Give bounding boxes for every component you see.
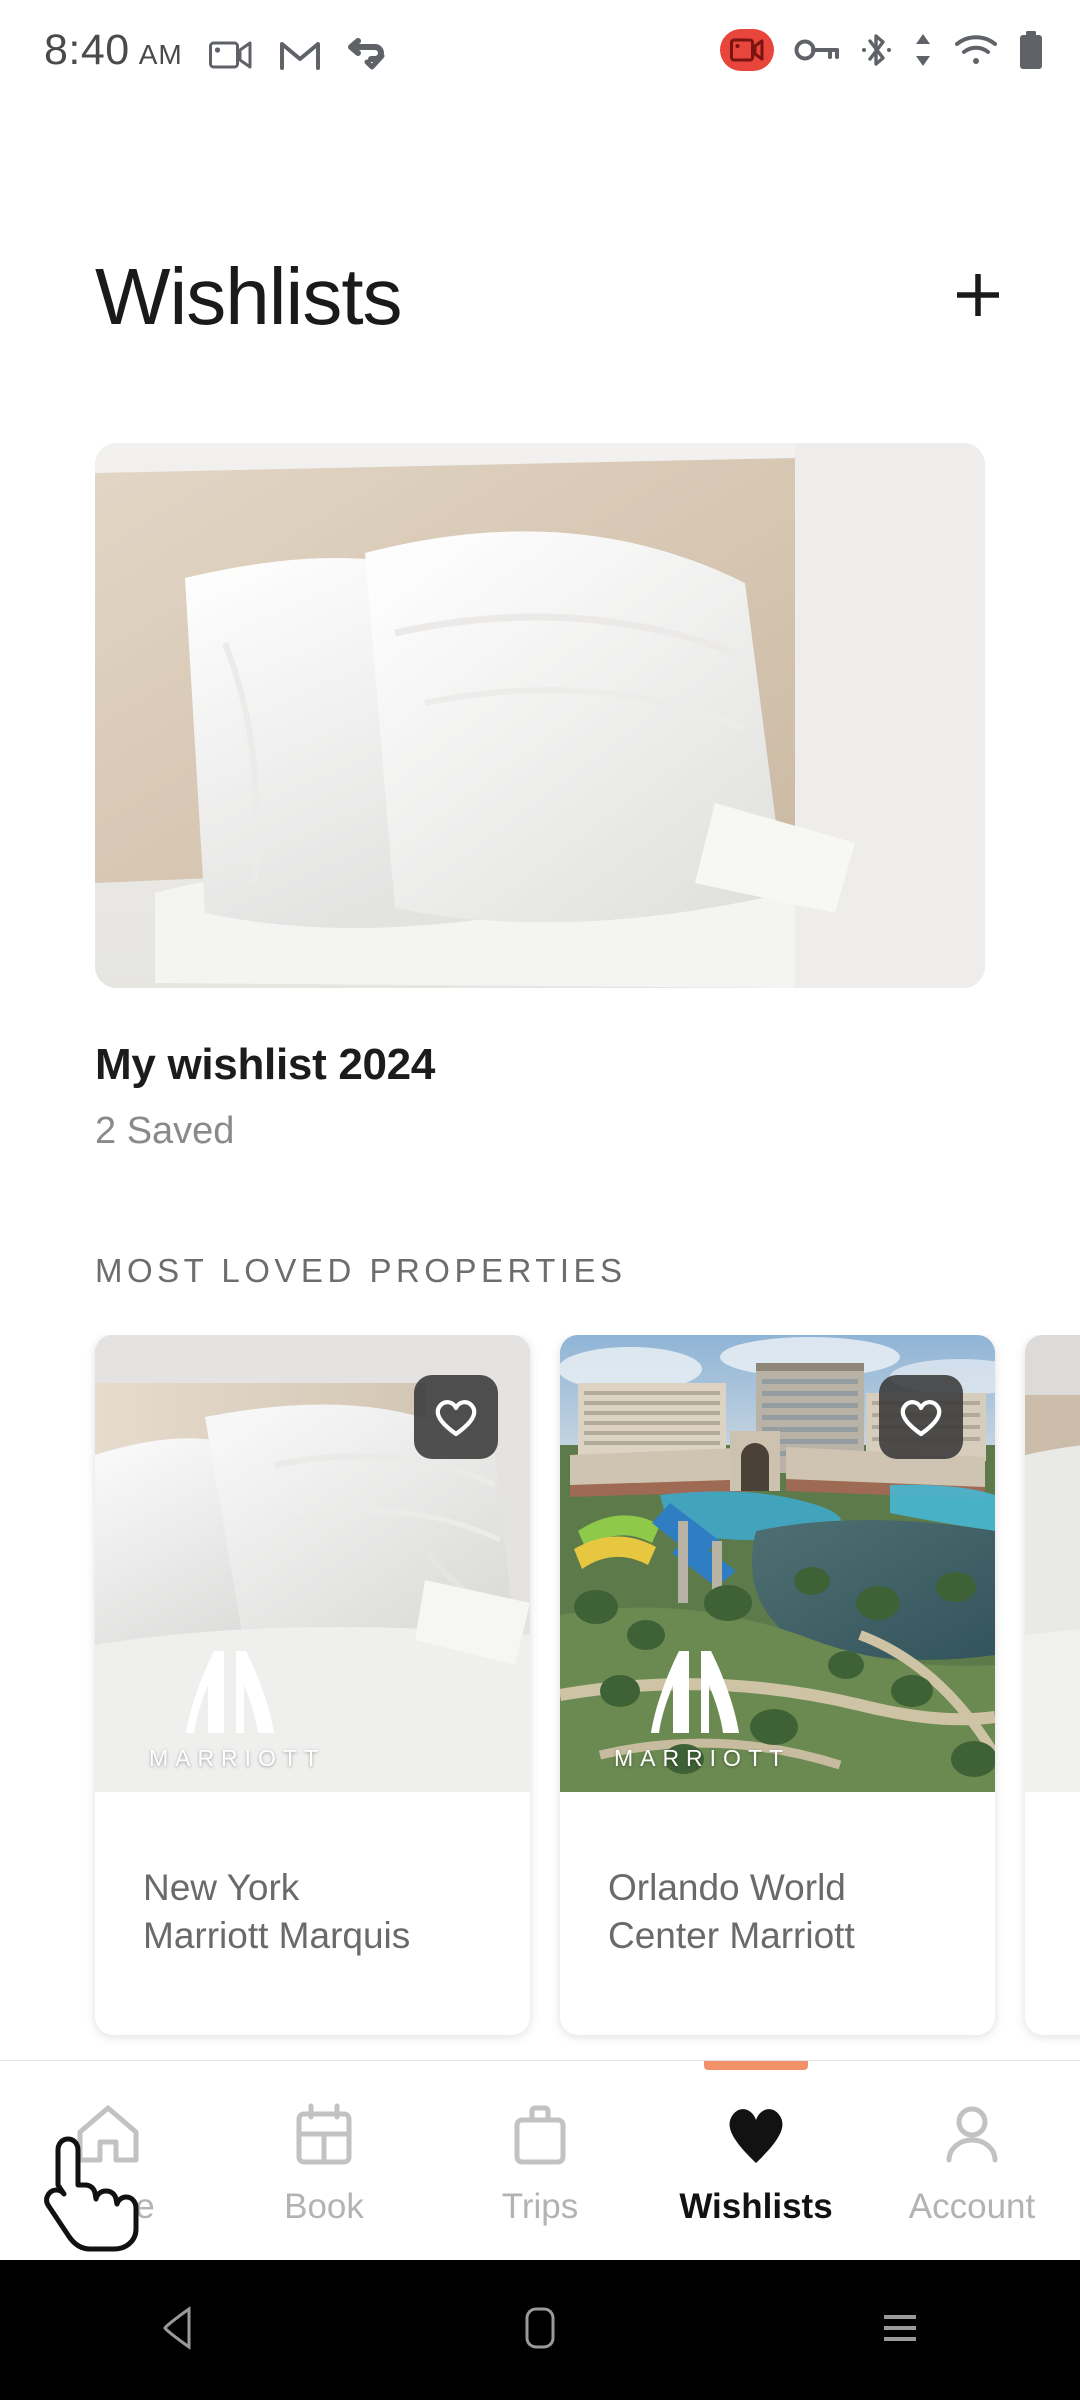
vpn-key-icon — [794, 36, 840, 64]
briefcase-icon — [508, 2095, 572, 2173]
data-transfer-icon — [912, 31, 934, 69]
property-name-line1: New York — [143, 1867, 300, 1908]
wifi-icon — [954, 33, 998, 67]
property-card[interactable]: MARRIOTT Orlando World Center Marriott — [560, 1335, 995, 2035]
property-image[interactable]: MARRIOTT — [95, 1335, 530, 1792]
add-wishlist-button[interactable] — [936, 255, 1020, 339]
marriott-m-icon — [643, 1645, 761, 1737]
heart-filled-icon — [721, 2095, 791, 2173]
nav-label-book: Book — [284, 2187, 364, 2226]
page-header: Wishlists — [0, 255, 1080, 339]
marriott-logo: MARRIOTT — [612, 1645, 792, 1772]
wishlist-hero-image[interactable] — [95, 443, 985, 988]
bluetooth-icon — [860, 31, 892, 69]
wishlist-name: My wishlist 2024 — [95, 1040, 436, 1089]
property-name — [1025, 1792, 1080, 1864]
property-name-line1: Orlando World — [608, 1867, 846, 1908]
plus-icon — [949, 266, 1007, 329]
marriott-m-icon — [178, 1645, 296, 1737]
sync-check-icon — [347, 36, 389, 72]
property-name-line2: Marriott Marquis — [143, 1915, 411, 1957]
nav-item-trips[interactable]: Trips — [432, 2061, 648, 2261]
system-recents-button[interactable] — [820, 2260, 980, 2400]
wishlist-card[interactable]: My wishlist 2024 2 Saved — [95, 443, 985, 1153]
calendar-icon — [291, 2095, 357, 2173]
favorite-button[interactable] — [879, 1375, 963, 1459]
marriott-wordmark: MARRIOTT — [148, 1745, 326, 1771]
screen-record-icon — [208, 38, 253, 72]
app-screen: 8:40 AM Wishlists My wishlist 2024 2 Sav… — [0, 0, 1080, 2400]
home-pill-icon — [523, 2305, 557, 2356]
status-bar-left: 8:40 AM — [44, 25, 389, 74]
property-card[interactable]: MARRIOTT New York Marriott Marquis — [95, 1335, 530, 2035]
clock-meridiem: AM — [138, 38, 183, 70]
android-system-nav — [0, 2260, 1080, 2400]
clock-time: 8:40 — [44, 25, 130, 74]
recording-badge-icon — [720, 29, 774, 71]
favorite-button[interactable] — [414, 1375, 498, 1459]
property-name-line2: Center Marriott — [608, 1915, 855, 1957]
nav-item-book[interactable]: Book — [216, 2061, 432, 2261]
system-back-button[interactable] — [100, 2260, 260, 2400]
nav-label-trips: Trips — [501, 2187, 579, 2226]
nav-item-home[interactable]: Home — [0, 2061, 216, 2261]
home-icon — [72, 2095, 144, 2173]
nav-label-wishlists: Wishlists — [679, 2187, 833, 2226]
nav-label-account: Account — [908, 2187, 1036, 2226]
marriott-logo: MARRIOTT — [147, 1645, 327, 1772]
recents-lines-icon — [878, 2306, 922, 2355]
gmail-icon — [279, 38, 321, 72]
most-loved-section-label: MOST LOVED PROPERTIES — [95, 1252, 627, 1289]
bottom-navigation: Home Book Trips Wishlists Account — [0, 2060, 1080, 2260]
person-icon — [939, 2095, 1005, 2173]
marriott-wordmark: MARRIOTT — [613, 1745, 791, 1771]
property-image[interactable]: MARRIOTT — [560, 1335, 995, 1792]
status-bar-clock: 8:40 AM — [44, 25, 183, 74]
property-card[interactable] — [1025, 1335, 1080, 2035]
most-loved-carousel[interactable]: MARRIOTT New York Marriott Marquis MARRI… — [0, 1335, 1080, 2045]
nav-item-account[interactable]: Account — [864, 2061, 1080, 2261]
nav-label-home: Home — [61, 2187, 155, 2226]
property-image[interactable] — [1025, 1335, 1080, 1792]
heart-outline-icon — [897, 1395, 945, 1439]
page-title: Wishlists — [95, 252, 403, 341]
property-name: New York Marriott Marquis — [95, 1792, 530, 1960]
nav-item-wishlists[interactable]: Wishlists — [648, 2061, 864, 2261]
back-triangle-icon — [159, 2305, 201, 2356]
status-bar-right — [720, 29, 1044, 71]
wishlist-saved-count: 2 Saved — [95, 1110, 235, 1152]
battery-icon — [1018, 30, 1044, 70]
status-bar: 8:40 AM — [0, 0, 1080, 100]
active-tab-indicator — [704, 2061, 808, 2070]
property-name: Orlando World Center Marriott — [560, 1792, 995, 1960]
system-home-button[interactable] — [460, 2260, 620, 2400]
heart-outline-icon — [432, 1395, 480, 1439]
